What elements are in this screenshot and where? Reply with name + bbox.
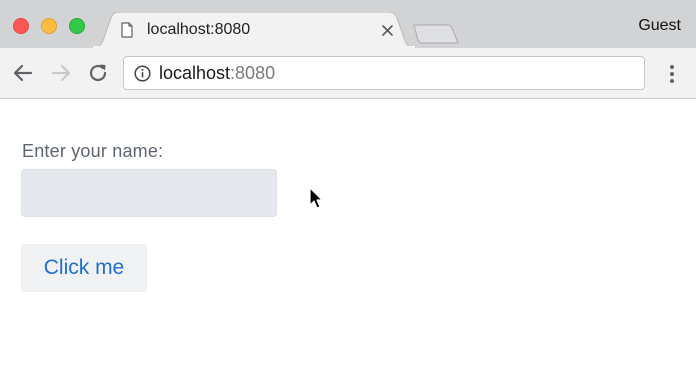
arrow-left-icon[interactable] [12,62,34,84]
info-icon[interactable] [134,65,151,82]
tab-strip: localhost:8080 Guest [0,0,696,48]
toolbar: localhost:8080 [0,48,696,99]
browser-window: localhost:8080 Guest localhost:8080 Ente… [0,0,696,388]
arrow-right-icon[interactable] [50,62,72,84]
name-input[interactable] [21,169,277,217]
profile-label[interactable]: Guest [638,17,681,35]
tab-shape [92,12,416,48]
address-url: localhost:8080 [159,63,275,84]
window-minimize-button[interactable] [41,18,57,34]
page-icon [121,22,133,38]
address-bar[interactable]: localhost:8080 [123,56,645,90]
reload-icon[interactable] [87,62,109,84]
arrow-cursor-icon [309,187,323,209]
url-port: :8080 [230,63,276,83]
tab-localhost[interactable]: localhost:8080 [92,12,416,48]
name-label: Enter your name: [22,141,164,161]
tab-title: localhost:8080 [147,21,251,38]
close-icon[interactable] [381,24,394,37]
click-me-button[interactable]: Click me [21,244,147,292]
kebab-menu-icon[interactable] [664,63,680,85]
page-content: Enter your name: Click me [0,99,696,388]
window-maximize-button[interactable] [69,18,85,34]
window-close-button[interactable] [13,18,29,34]
new-tab-button[interactable] [412,24,460,44]
url-host: localhost [159,63,231,83]
